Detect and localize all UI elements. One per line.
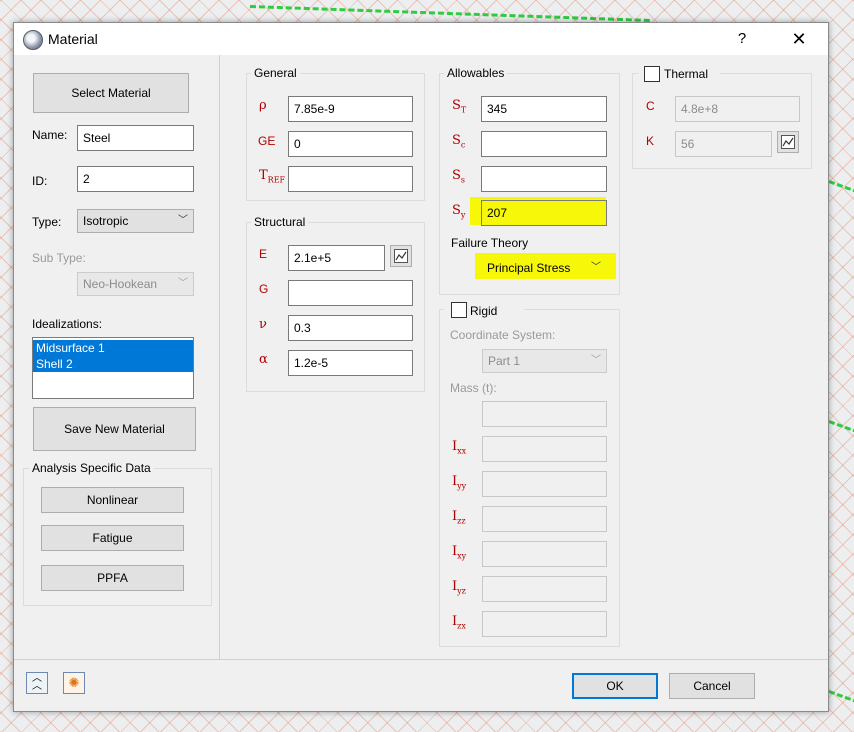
save-new-material-button[interactable]: Save New Material	[33, 407, 196, 451]
double-chevron-up-icon: ︿ ︿	[32, 673, 42, 692]
shear-modulus-field[interactable]	[288, 280, 413, 306]
conductivity-field[interactable]: 56	[675, 131, 772, 157]
allowables-group-title: Allowables	[444, 66, 508, 80]
idealizations-list[interactable]: Midsurface 1 Shell 2	[32, 337, 194, 399]
e-symbol: E	[259, 247, 268, 261]
ixx-symbol: Ixx	[452, 439, 467, 456]
iyy-field[interactable]	[482, 471, 607, 497]
thermal-title: Thermal	[664, 67, 709, 81]
fatigue-button[interactable]: Fatigue	[41, 525, 184, 551]
tensile-allowable-field[interactable]: 345	[481, 96, 607, 122]
c-symbol: C	[646, 99, 655, 113]
k-curve-button[interactable]	[777, 131, 799, 153]
shear-allowable-field[interactable]	[481, 166, 607, 192]
mass-label: Mass (t):	[450, 381, 497, 395]
rigid-title: Rigid	[470, 304, 498, 318]
iyy-symbol: Iyy	[452, 474, 467, 491]
mass-field[interactable]	[482, 401, 607, 427]
subtype-select[interactable]: Neo-Hookean ﹀	[77, 272, 194, 296]
id-label: ID:	[32, 174, 48, 188]
idealizations-label: Idealizations:	[32, 317, 103, 331]
type-label: Type:	[32, 215, 62, 229]
rho-symbol: ρ	[259, 98, 267, 113]
id-field[interactable]: 2	[77, 166, 194, 192]
structural-group-title: Structural	[251, 215, 309, 229]
ixx-field[interactable]	[482, 436, 607, 462]
column-separator	[219, 55, 220, 659]
specific-heat-field[interactable]: 4.8e+8	[675, 96, 800, 122]
coordinate-system-label: Coordinate System:	[450, 328, 556, 342]
izz-field[interactable]	[482, 506, 607, 532]
ixy-field[interactable]	[482, 541, 607, 567]
e-curve-button[interactable]	[390, 245, 412, 267]
select-material-button[interactable]: Select Material	[33, 73, 189, 113]
k-symbol: K	[646, 134, 655, 148]
yield-strength-field[interactable]: 207	[481, 200, 607, 226]
list-item[interactable]: Midsurface 1	[33, 340, 193, 356]
iyz-symbol: Iyz	[452, 579, 466, 596]
name-field[interactable]: Steel	[77, 125, 194, 151]
failure-theory-value: Principal Stress	[487, 261, 571, 275]
sy-symbol: Sy	[452, 203, 466, 220]
chevron-down-icon: ﹀	[591, 355, 601, 366]
graph-icon	[394, 249, 408, 263]
ss-symbol: Ss	[452, 168, 466, 185]
izx-field[interactable]	[482, 611, 607, 637]
material-dialog: Material ? ✕ Select Material Name: Steel…	[13, 22, 829, 712]
analysis-group-title: Analysis Specific Data	[29, 461, 154, 475]
izx-symbol: Izx	[452, 614, 466, 631]
nonlinear-button[interactable]: Nonlinear	[41, 487, 184, 513]
options-button[interactable]: ✺	[63, 672, 85, 694]
g-symbol: G	[259, 282, 269, 296]
list-item[interactable]: Shell 2	[33, 356, 193, 372]
cancel-button[interactable]: Cancel	[669, 673, 755, 699]
ok-button[interactable]: OK	[572, 673, 658, 699]
thermal-checkbox[interactable]	[644, 66, 660, 82]
rigid-checkbox[interactable]	[451, 302, 467, 318]
name-label: Name:	[32, 128, 68, 142]
title-bar: Material ? ✕	[14, 23, 828, 55]
coordinate-system-value: Part 1	[488, 354, 521, 368]
chevron-down-icon: ﹀	[178, 278, 188, 289]
coordinate-system-select[interactable]: Part 1 ﹀	[482, 349, 607, 373]
sc-symbol: Sc	[452, 133, 466, 150]
failure-theory-select[interactable]: Principal Stress ﹀	[481, 256, 607, 280]
alpha-symbol: α	[259, 352, 268, 367]
footer-divider	[14, 659, 828, 660]
app-logo-icon	[23, 30, 43, 50]
help-button[interactable]: ?	[732, 28, 752, 50]
ge-symbol: GE	[258, 134, 276, 148]
izz-symbol: Izz	[452, 509, 466, 526]
density-field[interactable]: 7.85e-9	[288, 96, 413, 122]
sparkle-icon: ✺	[68, 675, 80, 690]
dialog-title: Material	[48, 31, 98, 47]
poisson-ratio-field[interactable]: 0.3	[288, 315, 413, 341]
st-symbol: ST	[452, 98, 467, 115]
subtype-label: Sub Type:	[32, 251, 86, 265]
close-icon: ✕	[791, 29, 807, 49]
thermal-expansion-field[interactable]: 1.2e-5	[288, 350, 413, 376]
type-select-value: Isotropic	[83, 214, 129, 228]
tref-field[interactable]	[288, 166, 413, 192]
collapse-button[interactable]: ︿ ︿	[26, 672, 48, 694]
chevron-down-icon: ﹀	[178, 215, 188, 226]
subtype-select-value: Neo-Hookean	[83, 277, 158, 291]
iyz-field[interactable]	[482, 576, 607, 602]
close-button[interactable]: ✕	[788, 28, 810, 50]
compressive-allowable-field[interactable]	[481, 131, 607, 157]
general-group-title: General	[251, 66, 300, 80]
type-select[interactable]: Isotropic ﹀	[77, 209, 194, 233]
ge-field[interactable]: 0	[288, 131, 413, 157]
graph-icon	[781, 135, 795, 149]
youngs-modulus-field[interactable]: 2.1e+5	[288, 245, 385, 271]
nu-symbol: ν	[259, 317, 267, 332]
failure-theory-label: Failure Theory	[451, 236, 529, 250]
ppfa-button[interactable]: PPFA	[41, 565, 184, 591]
tref-symbol: TREF	[259, 168, 286, 185]
chevron-down-icon: ﹀	[591, 262, 601, 273]
ixy-symbol: Ixy	[452, 544, 467, 561]
